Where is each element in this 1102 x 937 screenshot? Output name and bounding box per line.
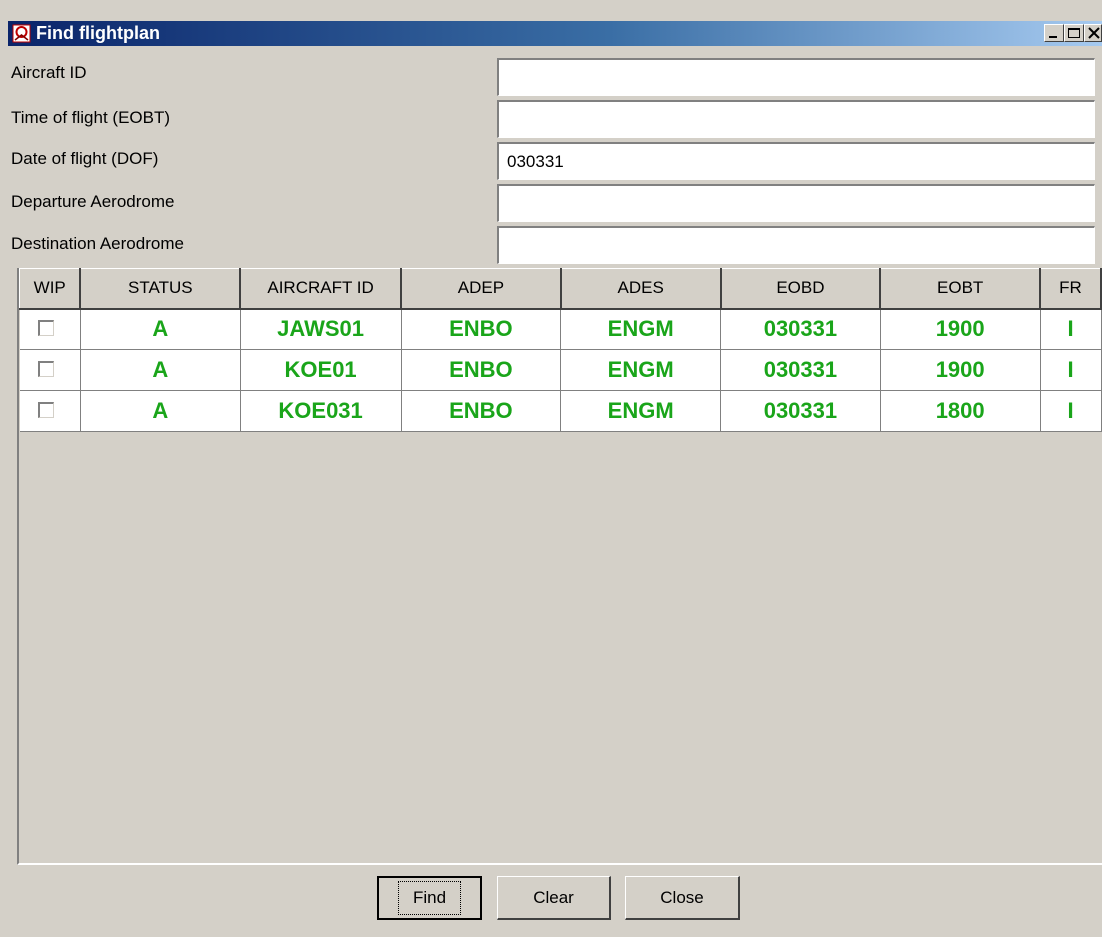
eobt-cell: 1900 <box>880 308 1041 350</box>
eobt-cell: 1900 <box>880 349 1041 391</box>
status-cell: A <box>80 349 241 391</box>
adep-cell: ENBO <box>401 308 562 350</box>
maximize-button[interactable] <box>1064 24 1084 42</box>
column-header-adep[interactable]: ADEP <box>400 268 562 310</box>
aircraft-id-cell: KOE01 <box>240 349 402 391</box>
clear-button[interactable]: Clear <box>497 876 611 920</box>
label-aircraft-id: Aircraft ID <box>11 63 87 82</box>
wip-cell <box>19 308 81 350</box>
column-header-aircraft-id[interactable]: AIRCRAFT ID <box>239 268 402 310</box>
app-icon <box>12 24 31 43</box>
close-button-label: Close <box>660 887 704 907</box>
column-header-eobd[interactable]: EOBD <box>720 268 882 310</box>
time-of-flight-field[interactable] <box>497 100 1095 138</box>
table-header-row: WIP STATUS AIRCRAFT ID ADEP ADES EOBD EO… <box>19 268 1102 310</box>
fr-cell: I <box>1040 390 1102 432</box>
ades-cell: ENGM <box>560 390 722 432</box>
column-header-eobt[interactable]: EOBT <box>879 268 1042 310</box>
departure-aerodrome-field[interactable] <box>497 184 1095 222</box>
title-bar[interactable]: Find flightplan <box>8 21 1102 46</box>
minimize-button[interactable] <box>1044 24 1064 42</box>
ades-cell: ENGM <box>560 349 722 391</box>
label-departure-aerodrome: Departure Aerodrome <box>11 192 175 211</box>
close-button[interactable]: Close <box>625 876 740 920</box>
table-row[interactable]: A KOE031 ENBO ENGM 030331 1800 I <box>19 390 1102 432</box>
date-of-flight-field[interactable] <box>497 142 1095 180</box>
table-row[interactable]: A KOE01 ENBO ENGM 030331 1900 I <box>19 349 1102 391</box>
find-button[interactable]: Find <box>377 876 482 920</box>
ades-cell: ENGM <box>560 308 722 350</box>
label-date-of-flight: Date of flight (DOF) <box>11 149 159 168</box>
eobd-cell: 030331 <box>720 349 881 391</box>
fr-cell: I <box>1040 349 1102 391</box>
column-header-wip[interactable]: WIP <box>19 268 82 310</box>
clear-button-label: Clear <box>533 887 574 907</box>
results-table: WIP STATUS AIRCRAFT ID ADEP ADES EOBD EO… <box>19 268 1102 432</box>
find-flightplan-window: Find flightplan Aircraft ID Time of flig… <box>0 0 1102 937</box>
label-destination-aerodrome: Destination Aerodrome <box>11 234 184 253</box>
fr-cell: I <box>1040 308 1102 350</box>
wip-checkbox[interactable] <box>37 402 54 418</box>
column-header-ades[interactable]: ADES <box>560 268 722 310</box>
close-window-button[interactable] <box>1084 24 1102 42</box>
aircraft-id-cell: JAWS01 <box>240 308 402 350</box>
label-time-of-flight: Time of flight (EOBT) <box>11 108 171 127</box>
window-title: Find flightplan <box>36 23 160 43</box>
aircraft-id-field[interactable] <box>497 58 1095 96</box>
adep-cell: ENBO <box>401 349 562 391</box>
minimize-icon <box>1049 36 1057 38</box>
wip-cell <box>19 349 81 391</box>
eobd-cell: 030331 <box>720 308 881 350</box>
eobt-cell: 1800 <box>880 390 1041 432</box>
maximize-icon <box>1068 28 1080 38</box>
adep-cell: ENBO <box>401 390 562 432</box>
aircraft-id-cell: KOE031 <box>240 390 402 432</box>
column-header-fr[interactable]: FR <box>1039 268 1102 310</box>
status-cell: A <box>80 308 241 350</box>
wip-checkbox[interactable] <box>37 361 54 377</box>
close-icon <box>1088 27 1100 39</box>
wip-checkbox[interactable] <box>37 320 54 337</box>
status-cell: A <box>80 390 241 432</box>
results-table-area[interactable]: WIP STATUS AIRCRAFT ID ADEP ADES EOBD EO… <box>17 268 1102 865</box>
column-header-status[interactable]: STATUS <box>79 268 242 310</box>
destination-aerodrome-field[interactable] <box>497 226 1095 264</box>
wip-cell <box>19 390 81 432</box>
find-button-label: Find <box>397 881 462 915</box>
eobd-cell: 030331 <box>720 390 881 432</box>
table-row[interactable]: A JAWS01 ENBO ENGM 030331 1900 I <box>19 308 1102 350</box>
